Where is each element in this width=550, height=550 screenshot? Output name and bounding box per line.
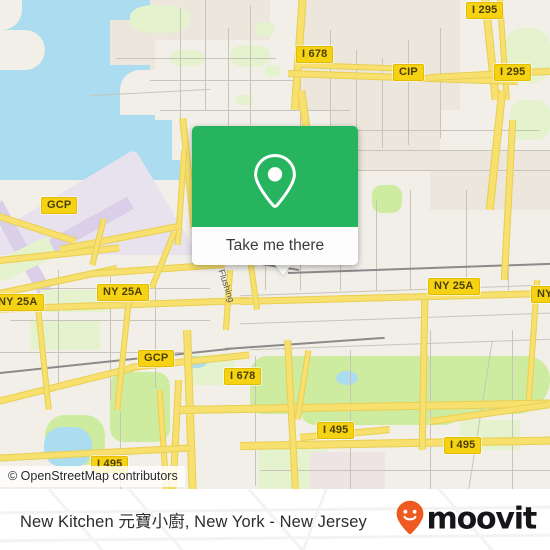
footer-bar: New Kitchen 元寶小廚, New York - New Jersey … — [0, 489, 550, 550]
card-pointer-tail — [274, 264, 292, 275]
take-me-there-label: Take me there — [225, 237, 325, 254]
highway-shield: I 495 — [317, 422, 355, 439]
moovit-place-screenshot: Flushing I 295 I 678 CIP I 295 GCP NY 25… — [0, 0, 550, 550]
card-cta-bar[interactable]: Take me there — [192, 227, 358, 265]
location-pin-icon — [251, 152, 299, 215]
highway-shield: NY — [531, 286, 550, 303]
moovit-smiley-pin-icon — [395, 499, 425, 540]
highway-shield: GCP — [138, 350, 175, 367]
osm-attribution[interactable]: © OpenStreetMap contributors — [0, 466, 185, 487]
moovit-wordmark: moovit — [426, 501, 538, 537]
highway-shield: I 295 — [494, 64, 532, 81]
moovit-brand-logo[interactable]: moovit — [395, 499, 538, 540]
highway-shield: CIP — [393, 64, 424, 81]
take-me-there-card[interactable]: Take me there — [192, 126, 358, 265]
highway-shield: I 495 — [444, 437, 482, 454]
highway-shield: NY 25A — [97, 284, 149, 301]
highway-shield: I 678 — [224, 368, 262, 385]
highway-shield: NY 25A — [0, 294, 44, 311]
highway-shield: GCP — [41, 197, 78, 214]
highway-shield: I 678 — [296, 46, 334, 63]
highway-shield: I 295 — [466, 2, 504, 19]
place-title: New Kitchen 元寶小廚, New York - New Jersey — [20, 512, 367, 531]
card-green-panel — [192, 126, 358, 227]
highway-shield: NY 25A — [428, 278, 480, 295]
